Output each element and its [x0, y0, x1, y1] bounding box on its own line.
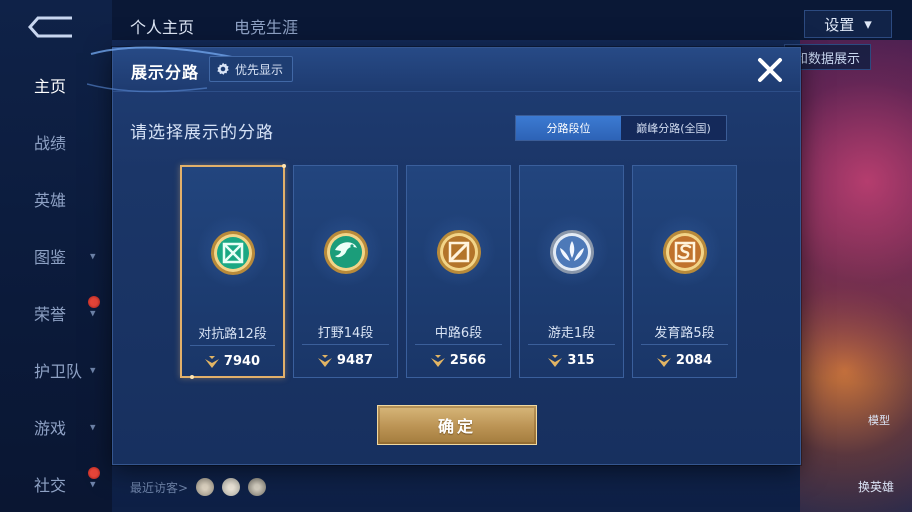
- tab-esports-career[interactable]: 电竞生涯: [234, 14, 298, 38]
- lane-rank: 对抗路12段: [198, 327, 267, 342]
- dialog-title: 展示分路: [131, 63, 200, 82]
- lane-score-value: 2084: [675, 353, 713, 368]
- toggle-peak-lane[interactable]: 巅峰分路(全国): [621, 116, 726, 140]
- lane-rank: 发育路5段: [654, 326, 715, 341]
- clash-lane-icon: [210, 231, 255, 275]
- recent-visitors[interactable]: 最近访客>: [130, 478, 267, 496]
- lane-card-farm[interactable]: 发育路5段 2084: [632, 165, 737, 378]
- chevron-down-icon: ▾: [90, 477, 96, 490]
- side-nav: 主页战绩英雄图鉴 ▾ 荣誉 ▾ 护卫队 ▾ 游戏 ▾ 社交 ▾: [0, 56, 112, 512]
- corner-sparkle: [190, 375, 194, 379]
- score-icon: [204, 355, 219, 368]
- roam-icon: [549, 230, 594, 274]
- section-title: 请选择展示的分路: [130, 123, 274, 143]
- farm-lane-icon: [662, 230, 707, 274]
- lane-score-value: 2566: [449, 353, 487, 368]
- back-arrow-icon[interactable]: [28, 14, 76, 40]
- toggle-lane-rank[interactable]: 分路段位: [516, 116, 621, 140]
- lane-score: 2566: [407, 353, 510, 368]
- hero-artwork: [800, 40, 912, 512]
- sidebar-item[interactable]: 战绩: [0, 113, 112, 170]
- lane-rank: 中路6段: [434, 326, 483, 341]
- chevron-down-icon: ▾: [90, 306, 96, 319]
- lane-score-value: 315: [567, 353, 595, 368]
- score-icon: [317, 354, 332, 367]
- lane-score: 315: [520, 353, 623, 368]
- lane-card-roam[interactable]: 游走1段 315: [519, 165, 624, 378]
- lane-card-clash[interactable]: 对抗路12段 7940: [180, 164, 286, 379]
- lane-score-value: 7940: [223, 354, 261, 369]
- priority-display-button[interactable]: 优先显示: [209, 56, 294, 82]
- sidebar-item[interactable]: 荣誉 ▾: [0, 284, 112, 341]
- close-icon[interactable]: [754, 54, 786, 86]
- lane-score: 9487: [294, 353, 397, 368]
- lane-rank: 游走1段: [547, 326, 596, 341]
- chevron-down-icon: ▾: [90, 420, 96, 433]
- sidebar-item-label: 荣誉: [34, 304, 67, 324]
- lane-rank: 打野14段: [317, 326, 374, 341]
- sidebar-item-label: 主页: [34, 76, 67, 96]
- sidebar-item-label: 英雄: [34, 190, 67, 210]
- lane-score: 2084: [633, 353, 736, 368]
- visitor-avatar[interactable]: [196, 478, 215, 496]
- jungle-icon: [323, 230, 368, 274]
- sidebar-item[interactable]: 主页: [0, 56, 112, 113]
- top-tabs: 个人主页 电竞生涯: [130, 14, 298, 38]
- sidebar-item[interactable]: 游戏 ▾: [0, 398, 112, 455]
- lane-card-jungle[interactable]: 打野14段 9487: [293, 165, 398, 378]
- card-divider: [528, 344, 615, 345]
- card-divider: [302, 344, 389, 345]
- sidebar-item[interactable]: 图鉴 ▾: [0, 227, 112, 284]
- lane-card-mid[interactable]: 中路6段 2566: [406, 165, 511, 378]
- side-panel: 主页战绩英雄图鉴 ▾ 荣誉 ▾ 护卫队 ▾ 游戏 ▾ 社交 ▾: [0, 0, 112, 512]
- corner-sparkle: [282, 164, 286, 168]
- chevron-down-icon: ▾: [90, 249, 96, 262]
- rank-type-toggle: 分路段位 巅峰分路(全国): [515, 115, 727, 141]
- model-label[interactable]: 模型: [868, 412, 890, 428]
- visitor-avatar[interactable]: [248, 478, 267, 496]
- sidebar-item-label: 图鉴: [34, 247, 67, 267]
- dialog-header: 展示分路 优先显示: [87, 46, 800, 93]
- visitor-avatar[interactable]: [222, 478, 241, 496]
- tab-profile[interactable]: 个人主页: [130, 14, 194, 38]
- settings-button[interactable]: 设置 ▾: [804, 10, 892, 38]
- card-divider: [641, 344, 728, 345]
- priority-display-label: 优先显示: [235, 62, 284, 77]
- gear-icon: [217, 62, 229, 75]
- card-divider: [190, 345, 275, 346]
- change-hero-label[interactable]: 换英雄: [858, 478, 894, 495]
- mid-lane-icon: [436, 230, 481, 274]
- sidebar-item-label: 战绩: [34, 133, 67, 153]
- sidebar-item[interactable]: 护卫队 ▾: [0, 341, 112, 398]
- score-icon: [430, 354, 445, 367]
- recent-visitors-label: 最近访客>: [130, 480, 189, 495]
- sidebar-item-label: 社交: [34, 475, 67, 495]
- lane-cards: 对抗路12段 7940 打野14段 9487 中路6段 2566 游走1段 31…: [180, 164, 737, 379]
- top-right-area: 设置 ▾: [720, 6, 900, 38]
- sidebar-item[interactable]: 社交 ▾: [0, 455, 112, 512]
- confirm-button[interactable]: 确定: [377, 405, 537, 445]
- score-icon: [548, 354, 563, 367]
- sidebar-item-label: 游戏: [34, 418, 67, 438]
- settings-label: 设置: [824, 15, 855, 34]
- chevron-down-icon: ▾: [864, 15, 872, 33]
- lane-display-dialog: 展示分路 优先显示 请选择展示的分路 分路段位 巅峰分路(全国) 对抗路12段 …: [87, 46, 801, 465]
- card-divider: [415, 344, 502, 345]
- lane-score: 7940: [182, 354, 283, 369]
- sidebar-item[interactable]: 英雄: [0, 170, 112, 227]
- sidebar-item-label: 护卫队: [34, 361, 83, 381]
- chevron-down-icon: ▾: [90, 363, 96, 376]
- lane-score-value: 9487: [336, 353, 374, 368]
- score-icon: [656, 354, 671, 367]
